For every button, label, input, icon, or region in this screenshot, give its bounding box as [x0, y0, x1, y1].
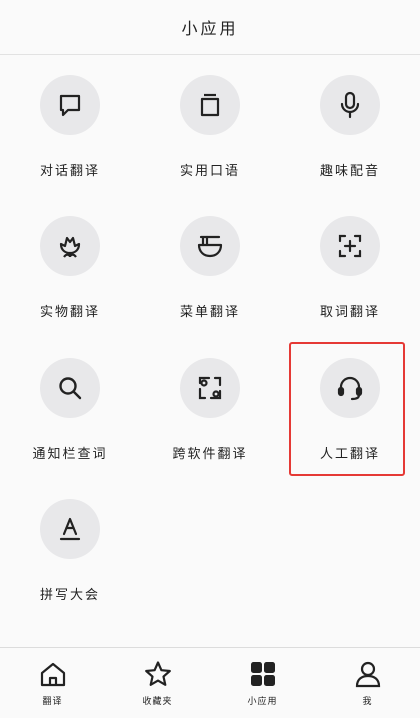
app-label: 取词翻译: [319, 305, 380, 320]
spelling-a-icon: [59, 517, 81, 541]
app-label: 实物翻译: [39, 305, 100, 320]
tab-translate[interactable]: 翻译: [0, 648, 105, 718]
app-label: 跨软件翻译: [172, 447, 248, 462]
app-label: 实用口语: [179, 164, 240, 179]
home-icon: [40, 662, 65, 687]
bottom-tab-bar: 翻译 收藏夹 小应用 我: [0, 647, 420, 718]
app-practical-phrases[interactable]: 实用口语: [140, 54, 280, 194]
app-notification-lookup[interactable]: 通知栏查词: [0, 337, 140, 477]
app-spelling-contest[interactable]: 拼写大会: [0, 478, 140, 618]
page-title: 小应用: [181, 19, 239, 38]
tab-favorites[interactable]: 收藏夹: [105, 648, 210, 718]
app-label: 趣味配音: [319, 164, 380, 179]
app-icon-circle: [40, 75, 100, 135]
tab-label: 我: [362, 697, 373, 707]
header-bar: 小应用: [0, 0, 420, 55]
star-icon: [144, 661, 171, 686]
tab-label: 小应用: [247, 697, 278, 707]
app-icon-circle: [40, 358, 100, 418]
headset-icon: [337, 376, 363, 401]
app-dialogue-translation[interactable]: 对话翻译: [0, 54, 140, 194]
app-label: 对话翻译: [39, 164, 100, 179]
cross-app-icon: [198, 376, 222, 400]
app-icon-circle: [320, 358, 380, 418]
noodle-bowl-icon: [197, 235, 223, 258]
app-icon-circle: [180, 216, 240, 276]
app-menu-translation[interactable]: 菜单翻译: [140, 195, 280, 335]
app-cross-app-translation[interactable]: 跨软件翻译: [140, 337, 280, 477]
app-icon-circle: [180, 75, 240, 135]
app-word-capture-translation[interactable]: 取词翻译: [280, 195, 420, 335]
app-label: 拼写大会: [39, 588, 100, 603]
app-label: 通知栏查词: [32, 447, 108, 462]
app-human-translation[interactable]: 人工翻译: [280, 337, 420, 477]
app-label: 人工翻译: [319, 447, 380, 462]
app-icon-circle: [180, 358, 240, 418]
chat-bubble-icon: [59, 94, 81, 117]
app-icon-circle: [320, 216, 380, 276]
microphone-icon: [340, 91, 360, 119]
user-icon: [355, 661, 380, 688]
app-icon-circle: [40, 216, 100, 276]
phrasebook-icon: [200, 93, 220, 117]
scan-plus-icon: [338, 234, 362, 258]
app-object-translation[interactable]: 实物翻译: [0, 195, 140, 335]
app-icon-circle: [40, 499, 100, 559]
tab-mini-apps[interactable]: 小应用: [210, 648, 315, 718]
flower-icon: [59, 236, 81, 258]
tab-label: 翻译: [42, 697, 63, 707]
apps-grid-icon: [250, 662, 275, 686]
search-icon: [59, 377, 82, 400]
tab-label: 收藏夹: [142, 697, 173, 707]
tab-me[interactable]: 我: [315, 648, 420, 718]
app-label: 菜单翻译: [179, 305, 240, 320]
app-fun-dubbing[interactable]: 趣味配音: [280, 54, 420, 194]
app-icon-circle: [320, 75, 380, 135]
